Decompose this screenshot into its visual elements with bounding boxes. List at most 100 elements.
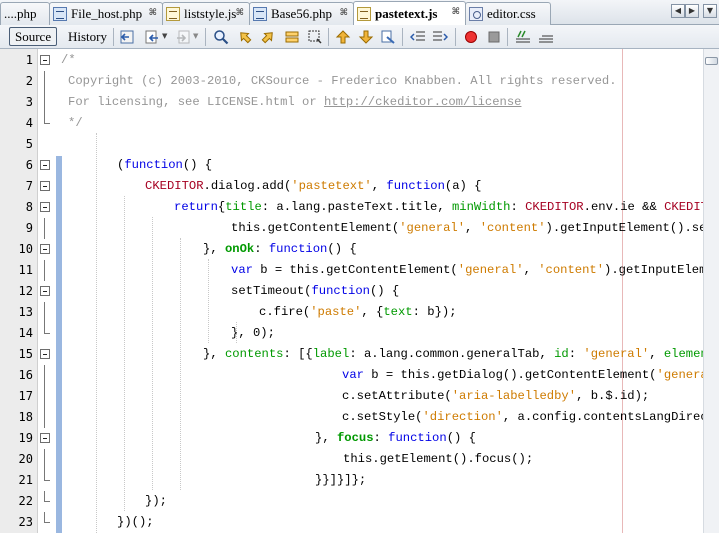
fold-collapse-icon[interactable] (40, 160, 50, 170)
toggle-highlight-icon[interactable] (284, 29, 300, 45)
code-text: /* (61, 53, 76, 67)
back-dropdown-icon[interactable]: ▼ (162, 32, 167, 40)
fold-guide (44, 407, 45, 428)
shift-line-right-icon[interactable] (432, 29, 448, 45)
code-line: 8 return{title: a.lang.pasteText.title, … (0, 197, 719, 218)
fold-guide (44, 386, 45, 407)
code-line: 16 var b = this.getDialog().getContentEl… (0, 365, 719, 386)
fold-collapse-icon[interactable] (40, 202, 50, 212)
close-icon[interactable]: ⌘ (236, 8, 244, 18)
code-text: (function() { (117, 158, 213, 172)
close-icon[interactable]: ⌘ (149, 8, 157, 18)
find-icon[interactable] (213, 29, 229, 45)
line-number: 2 (25, 74, 33, 88)
code-line: 13 c.fire('paste', {text: b}); (0, 302, 719, 323)
tab-editor-css[interactable]: editor.css (465, 2, 551, 25)
next-bookmark-icon[interactable] (358, 29, 374, 45)
line-number: 18 (18, 410, 33, 424)
code-line: 6 (function() { (0, 155, 719, 176)
line-number: 3 (25, 95, 33, 109)
code-line: 10 }, onOk: function() { (0, 239, 719, 260)
start-macro-recording-icon[interactable] (463, 29, 479, 45)
code-line: 9 this.getContentElement('general', 'con… (0, 218, 719, 239)
fold-collapse-icon[interactable] (40, 286, 50, 296)
toggle-rectangular-selection-icon[interactable] (307, 29, 323, 45)
tab-label: ....php (4, 6, 37, 21)
editor-tab-bar: ....php File_host.php ⌘ liststyle.js ⌘ B… (0, 0, 719, 25)
close-icon[interactable]: ⌘ (340, 8, 348, 18)
shift-line-left-icon[interactable] (410, 29, 426, 45)
fold-guide (44, 218, 45, 239)
line-number: 22 (18, 494, 33, 508)
history-view-button[interactable]: History (62, 27, 113, 46)
toolbar-separator (205, 28, 206, 46)
fold-end-marker (44, 512, 50, 523)
source-view-button[interactable]: Source (9, 27, 58, 46)
code-text: c.fire('paste', {text: b}); (259, 305, 457, 319)
fold-end-marker (44, 323, 50, 334)
line-number: 19 (18, 431, 33, 445)
fold-collapse-icon[interactable] (40, 55, 50, 65)
fold-collapse-icon[interactable] (40, 181, 50, 191)
chevron-right-icon: ▶ (688, 6, 696, 15)
code-line: 5 (0, 134, 719, 155)
scroll-tabs-right-button[interactable]: ▶ (685, 4, 699, 18)
fold-collapse-icon[interactable] (40, 433, 50, 443)
code-line: 4 */ (0, 113, 719, 134)
tab-php-truncated[interactable]: ....php (0, 2, 50, 25)
code-line: 19 }, focus: function() { (0, 428, 719, 449)
find-next-icon[interactable] (260, 29, 276, 45)
toolbar-separator (455, 28, 456, 46)
tab-label: editor.css (487, 6, 536, 21)
php-file-icon (253, 7, 267, 21)
fold-collapse-icon[interactable] (40, 244, 50, 254)
forward-dropdown-icon[interactable]: ▼ (193, 32, 198, 40)
license-link[interactable]: http://ckeditor.com/license (324, 95, 521, 109)
stop-macro-recording-icon[interactable] (486, 29, 502, 45)
code-text: }, 0); (231, 326, 275, 340)
code-line: 22 }); (0, 491, 719, 512)
line-number: 21 (18, 473, 33, 487)
code-text: setTimeout(function() { (231, 284, 400, 298)
tab-base56-php[interactable]: Base56.php ⌘ (249, 2, 354, 25)
fold-guide (44, 92, 45, 113)
fold-collapse-icon[interactable] (40, 349, 50, 359)
toolbar-separator (507, 28, 508, 46)
code-line: 14 }, 0); (0, 323, 719, 344)
code-text: c.setStyle('direction', a.config.content… (342, 410, 719, 424)
tab-pastetext-js[interactable]: pastetext.js ⌘ (353, 1, 466, 25)
previous-bookmark-icon[interactable] (335, 29, 351, 45)
source-label: Source (15, 29, 52, 44)
vertical-scrollbar[interactable] (703, 49, 719, 533)
uncomment-icon[interactable] (538, 29, 554, 45)
last-edit-icon[interactable] (119, 29, 135, 45)
line-number: 17 (18, 389, 33, 403)
tab-liststyle-js[interactable]: liststyle.js ⌘ (162, 2, 250, 25)
code-text: }, focus: function() { (315, 431, 476, 445)
find-previous-icon[interactable] (237, 29, 253, 45)
js-file-icon (357, 6, 371, 21)
code-text: c.setAttribute('aria-labelledby', b.$.id… (342, 389, 650, 403)
tab-list-dropdown-button[interactable]: ▼ (703, 4, 717, 18)
line-number: 8 (25, 200, 33, 214)
scroll-tabs-left-button[interactable]: ◀ (671, 4, 685, 18)
forward-icon[interactable] (175, 29, 191, 45)
line-number: 10 (18, 242, 33, 256)
code-line: 7 CKEDITOR.dialog.add('pastetext', funct… (0, 176, 719, 197)
line-number: 12 (18, 284, 33, 298)
line-number: 4 (25, 116, 33, 130)
toolbar-separator (328, 28, 329, 46)
toggle-bookmark-icon[interactable] (380, 29, 396, 45)
code-text: var b = this.getContentElement('general'… (231, 263, 719, 277)
tab-file-host-php[interactable]: File_host.php ⌘ (49, 2, 163, 25)
code-text: this.getContentElement('general', 'conte… (231, 221, 719, 235)
line-number: 5 (25, 137, 33, 151)
toggle-comment-icon[interactable] (515, 29, 531, 45)
back-icon[interactable] (144, 29, 160, 45)
scrollbar-thumb[interactable] (705, 57, 718, 65)
fold-end-marker (44, 113, 50, 124)
close-icon[interactable]: ⌘ (452, 7, 460, 17)
code-text: this.getElement().focus(); (343, 452, 534, 466)
line-number: 11 (18, 263, 33, 277)
line-number: 7 (25, 179, 33, 193)
